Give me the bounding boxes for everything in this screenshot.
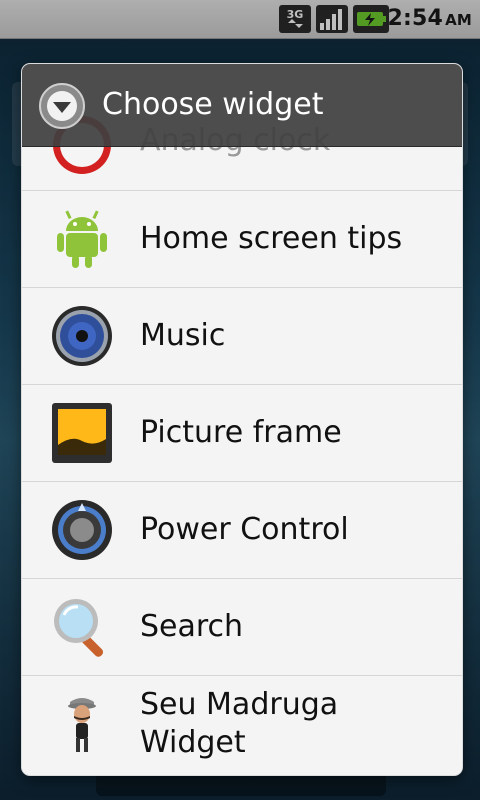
power-control-icon bbox=[52, 500, 112, 560]
list-item-music[interactable]: Music bbox=[22, 288, 462, 385]
magnifier-icon bbox=[54, 599, 104, 657]
choose-widget-dialog: Choose widget Analog clock bbox=[22, 64, 462, 775]
list-item-seu-madruga-widget[interactable]: Seu Madruga Widget bbox=[22, 676, 462, 775]
dialog-title: Choose widget bbox=[102, 87, 324, 122]
list-item-search[interactable]: Search bbox=[22, 579, 462, 676]
speaker-icon bbox=[52, 306, 112, 366]
list-item-power-control[interactable]: Power Control bbox=[22, 482, 462, 579]
chevron-down-icon bbox=[39, 83, 85, 129]
list-item-label: Picture frame bbox=[140, 415, 342, 450]
list-item-label: Search bbox=[140, 609, 244, 644]
dialog-header: Choose widget bbox=[22, 64, 462, 147]
list-item-label: Seu Madruga Widget bbox=[140, 687, 339, 760]
madruga-character-icon bbox=[68, 698, 96, 752]
list-item-home-screen-tips[interactable]: Home screen tips bbox=[22, 191, 462, 288]
picture-frame-icon bbox=[52, 403, 112, 463]
list-item-label: Home screen tips bbox=[140, 221, 403, 256]
list-item-picture-frame[interactable]: Picture frame bbox=[22, 385, 462, 482]
list-item-label: Power Control bbox=[140, 512, 349, 547]
list-item-label: Music bbox=[140, 318, 226, 353]
android-robot-icon bbox=[57, 210, 107, 268]
